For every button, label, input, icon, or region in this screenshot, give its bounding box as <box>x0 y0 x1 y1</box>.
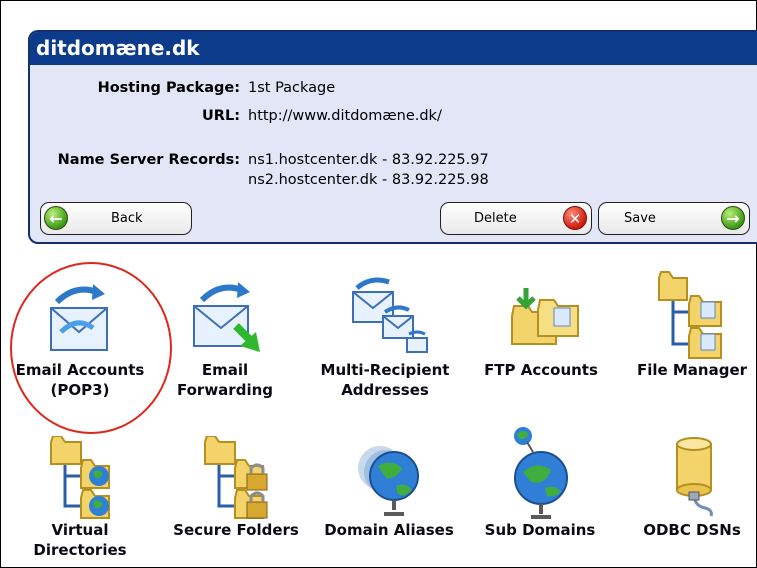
domain-aliases-label: Domain Aliases <box>324 521 454 539</box>
highlight-circle <box>10 262 172 434</box>
email-forwarding-item[interactable]: Email Forwarding <box>155 282 295 400</box>
delete-button-label: Delete <box>474 211 517 226</box>
back-button-label: Back <box>111 211 143 226</box>
sub-domains-icon <box>514 427 568 519</box>
url-label: URL: <box>202 108 240 124</box>
sub-domains-label: Sub Domains <box>484 521 596 539</box>
ftp-accounts-label: FTP Accounts <box>484 361 598 379</box>
domain-aliases-icon <box>358 446 419 516</box>
secure-folders-label: Secure Folders <box>173 521 299 539</box>
file-manager-icon <box>658 271 722 359</box>
hosting-package-value: 1st Package <box>248 80 336 96</box>
file-manager-label: File Manager <box>636 361 748 379</box>
arrow-right-icon: → <box>721 206 745 230</box>
multi-recipient-icon <box>352 277 428 353</box>
odbc-dsns-item[interactable]: ODBC DSNs <box>622 436 757 540</box>
virtual-directories-item[interactable]: Virtual Directories <box>10 436 150 560</box>
virtual-directories-label: Virtual Directories <box>33 521 127 559</box>
delete-button[interactable]: Delete ✕ <box>440 202 592 235</box>
hosting-package-label: Hosting Package: <box>97 80 240 96</box>
domain-panel: ditdomæne.dk Hosting Package: 1st Packag… <box>28 30 757 244</box>
email-forwarding-icon <box>193 282 260 352</box>
arrow-left-icon: ← <box>44 206 68 230</box>
ftp-accounts-icon <box>511 288 579 345</box>
secure-folders-icon <box>204 436 268 519</box>
delete-x-icon: ✕ <box>563 206 587 230</box>
name-server-label: Name Server Records: <box>57 152 240 168</box>
domain-title: ditdomæne.dk <box>30 32 757 65</box>
email-forwarding-label: Email Forwarding <box>176 361 273 399</box>
virtual-directories-icon <box>50 436 110 519</box>
back-button[interactable]: ← Back <box>40 202 192 235</box>
domain-aliases-item[interactable]: Domain Aliases <box>319 436 459 540</box>
multi-recipient-label: Multi-Recipient Addresses <box>320 361 450 399</box>
name-server-2: ns2.hostcenter.dk - 83.92.225.98 <box>248 172 489 188</box>
sub-domains-item[interactable]: Sub Domains <box>470 424 610 540</box>
save-button[interactable]: Save → <box>598 202 750 235</box>
odbc-dsns-label: ODBC DSNs <box>643 521 741 539</box>
name-server-1: ns1.hostcenter.dk - 83.92.225.97 <box>248 152 489 168</box>
file-manager-item[interactable]: File Manager <box>622 270 757 380</box>
save-button-label: Save <box>624 211 656 226</box>
ftp-accounts-item[interactable]: FTP Accounts <box>471 282 611 380</box>
odbc-dsns-icon <box>676 437 713 517</box>
url-value[interactable]: http://www.ditdomæne.dk/ <box>248 106 442 126</box>
secure-folders-item[interactable]: Secure Folders <box>166 436 306 540</box>
multi-recipient-item[interactable]: Multi-Recipient Addresses <box>315 272 455 400</box>
